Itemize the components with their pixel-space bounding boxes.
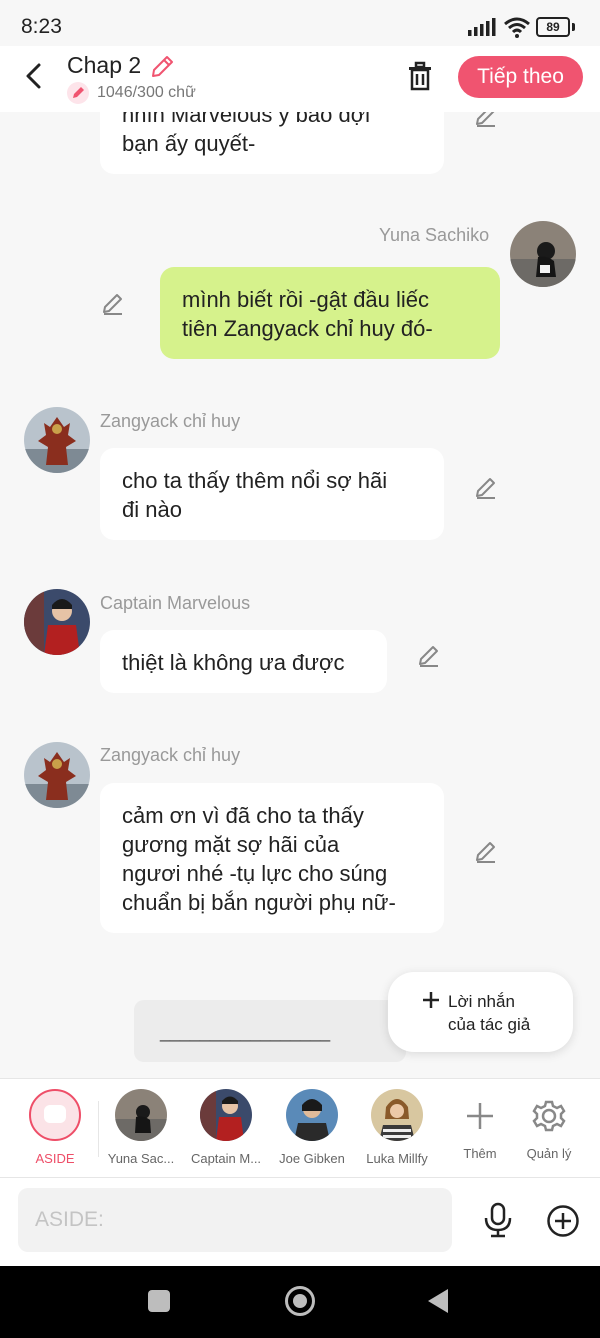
message-input-bar bbox=[0, 1178, 600, 1266]
author-note-line: Lời nhắn bbox=[448, 992, 515, 1011]
avatar-yuna[interactable] bbox=[510, 221, 576, 287]
message-text: cho ta thấy thêm nổi sợ hãi bbox=[122, 468, 388, 493]
character-captain[interactable]: Captain M... bbox=[183, 1089, 269, 1166]
character-label: Luka Millfy bbox=[366, 1151, 428, 1166]
message-input[interactable] bbox=[18, 1188, 452, 1252]
character-label: Yuna Sac... bbox=[107, 1151, 175, 1166]
speaker-name: Captain Marvelous bbox=[100, 593, 251, 613]
avatar-captain-marvelous[interactable] bbox=[24, 589, 90, 655]
chapter-header: Chap 2 1046/300 chữ Tiếp theo bbox=[0, 46, 600, 112]
edit-message-icon[interactable] bbox=[473, 112, 499, 128]
avatar bbox=[200, 1089, 252, 1141]
avatar bbox=[115, 1089, 167, 1141]
character-aside[interactable]: ASIDE bbox=[12, 1089, 98, 1166]
scene-divider[interactable]: _________________ bbox=[134, 1000, 406, 1062]
plus-icon bbox=[467, 1103, 493, 1129]
signal-icon bbox=[468, 18, 496, 36]
edit-message-icon[interactable] bbox=[100, 290, 126, 316]
add-circle-icon[interactable] bbox=[546, 1204, 580, 1238]
avatar-zangyack[interactable] bbox=[24, 407, 90, 473]
character-label: Joe Gibken bbox=[279, 1151, 345, 1166]
pencil-badge-icon bbox=[67, 82, 89, 104]
avatar bbox=[286, 1089, 338, 1141]
message-text: ngươi nhé -tụ lực cho súng bbox=[122, 861, 388, 886]
message-text: cảm ơn vì đã cho ta thấy bbox=[122, 803, 364, 828]
back-button[interactable] bbox=[18, 60, 50, 92]
battery-tip bbox=[572, 23, 575, 31]
trash-icon[interactable] bbox=[404, 60, 436, 92]
author-note-label: Lời nhắn của tác giả bbox=[448, 990, 530, 1036]
recents-button[interactable] bbox=[148, 1290, 170, 1312]
chat-area[interactable]: nhìn Marvelous ý bảo đợi bạn ấy quyết- Y… bbox=[0, 112, 600, 1078]
character-yuna[interactable]: Yuna Sac... bbox=[98, 1089, 184, 1166]
home-button[interactable] bbox=[285, 1286, 315, 1316]
status-time: 8:23 bbox=[21, 15, 62, 38]
gear-icon bbox=[532, 1100, 566, 1132]
speaker-name: Yuna Sachiko bbox=[379, 225, 490, 245]
message-text: tiên Zangyack chỉ huy đó- bbox=[182, 316, 433, 341]
character-label: Captain M... bbox=[190, 1151, 262, 1166]
avatar bbox=[371, 1089, 423, 1141]
edit-message-icon[interactable] bbox=[416, 642, 442, 668]
message-bubble[interactable]: cảm ơn vì đã cho ta thấy gương mặt sợ hã… bbox=[100, 783, 444, 933]
character-label: ASIDE bbox=[35, 1151, 75, 1166]
plus-icon bbox=[423, 992, 439, 1008]
system-nav-bar bbox=[0, 1266, 600, 1338]
edit-message-icon[interactable] bbox=[473, 838, 499, 864]
message-bubble[interactable]: nhìn Marvelous ý bảo đợi bạn ấy quyết- bbox=[100, 112, 444, 174]
character-label: Quản lý bbox=[526, 1146, 572, 1161]
message-bubble[interactable]: thiệt là không ưa được bbox=[100, 630, 387, 693]
message-text: thiệt là không ưa được bbox=[122, 650, 345, 675]
manage-characters-button[interactable]: Quản lý bbox=[506, 1089, 592, 1161]
character-joe[interactable]: Joe Gibken bbox=[269, 1089, 355, 1166]
message-text: đi nào bbox=[122, 497, 182, 522]
speaker-name: Zangyack chỉ huy bbox=[100, 745, 241, 765]
battery-icon: 89 bbox=[536, 17, 570, 37]
message-text: mình biết rồi -gật đầu liếc bbox=[182, 287, 430, 312]
message-bubble[interactable]: cho ta thấy thêm nổi sợ hãi đi nào bbox=[100, 448, 444, 540]
character-luka[interactable]: Luka Millfy bbox=[354, 1089, 440, 1166]
message-text: chuẩn bị bắn người phụ nữ- bbox=[122, 890, 396, 915]
wifi-icon bbox=[504, 17, 530, 38]
aside-icon bbox=[29, 1089, 81, 1141]
message-text: bạn ấy quyết- bbox=[122, 131, 256, 156]
system-back-button[interactable] bbox=[428, 1289, 448, 1313]
chapter-title[interactable]: Chap 2 bbox=[67, 52, 141, 79]
edit-title-icon[interactable] bbox=[148, 53, 176, 81]
word-count: 1046/300 chữ bbox=[97, 84, 196, 101]
message-text: gương mặt sợ hãi của bbox=[122, 832, 340, 857]
microphone-icon[interactable] bbox=[482, 1202, 514, 1238]
character-bar: ASIDE Yuna Sac... Captain M... Joe Gibke… bbox=[0, 1078, 600, 1178]
message-bubble[interactable]: mình biết rồi -gật đầu liếc tiên Zangyac… bbox=[160, 267, 500, 359]
next-button[interactable]: Tiếp theo bbox=[458, 56, 583, 98]
author-note-line: của tác giả bbox=[448, 1015, 531, 1034]
avatar-zangyack[interactable] bbox=[24, 742, 90, 808]
author-note-button[interactable]: Lời nhắn của tác giả bbox=[388, 972, 573, 1052]
speaker-name: Zangyack chỉ huy bbox=[100, 411, 241, 431]
message-text: nhìn Marvelous ý bảo đợi bbox=[122, 112, 371, 127]
edit-message-icon[interactable] bbox=[473, 474, 499, 500]
